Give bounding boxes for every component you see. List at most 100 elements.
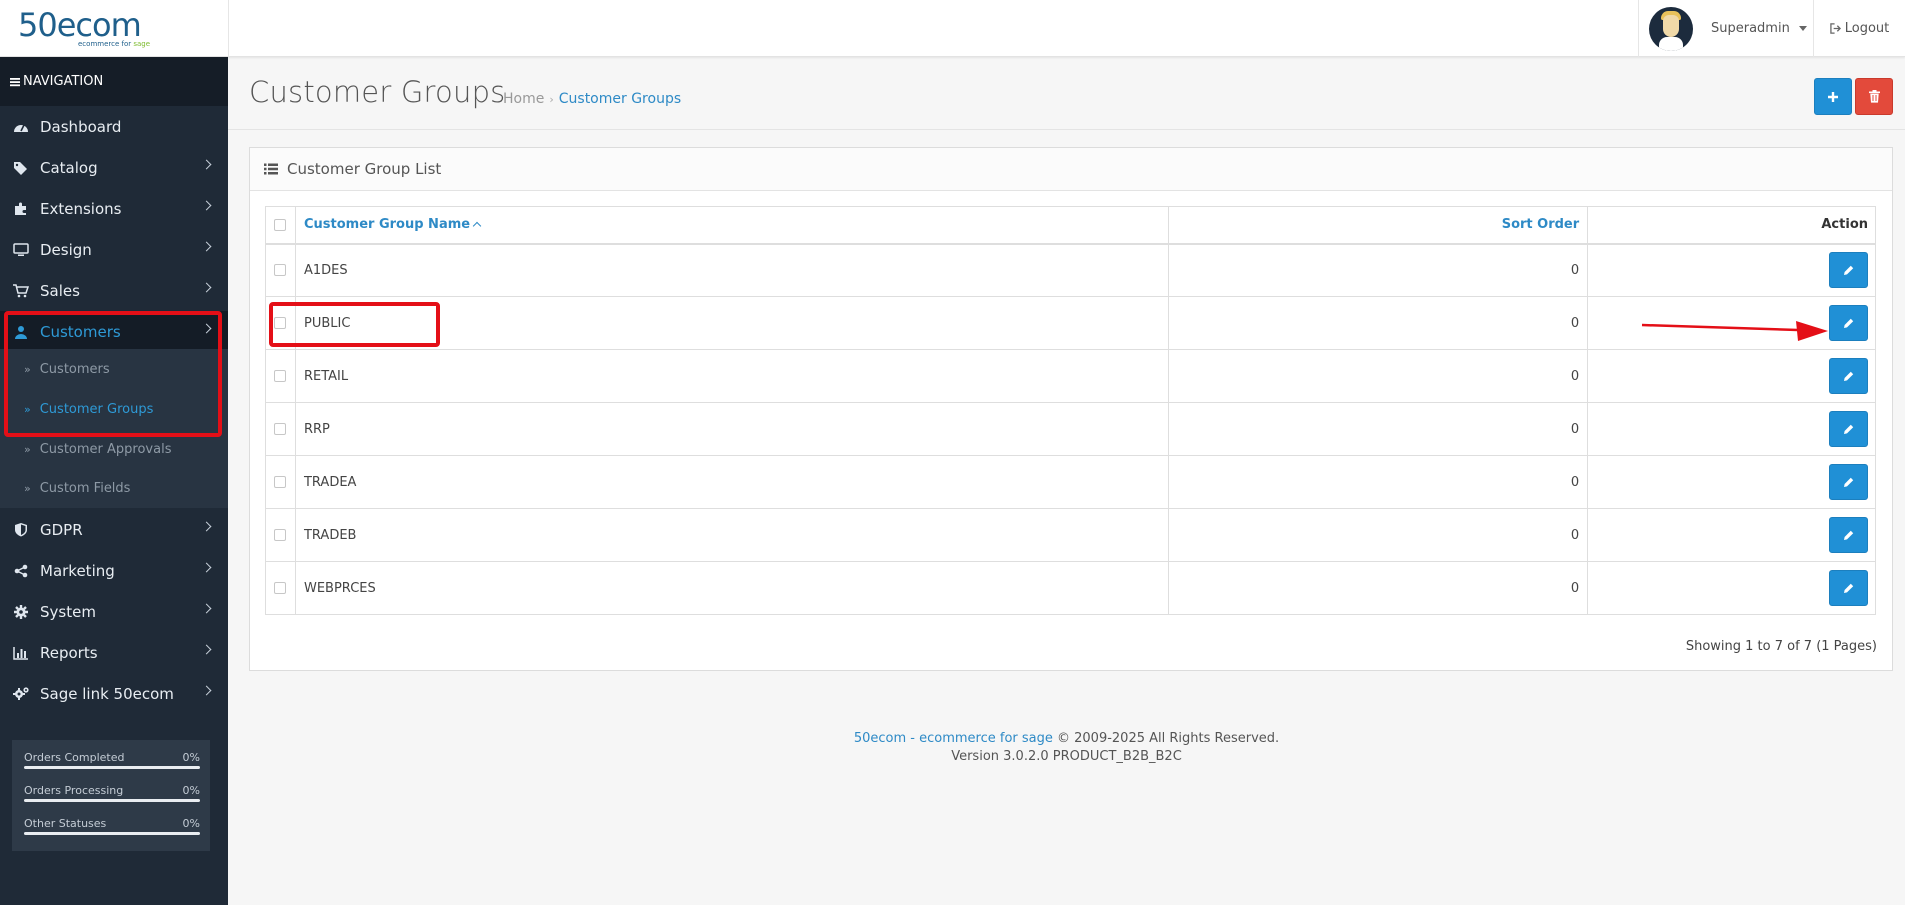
sidebar-item-reports[interactable]: Reports xyxy=(0,632,228,673)
customer-group-table: Customer Group Name Sort Order Action A1… xyxy=(265,206,1876,615)
sort-order-cell: 0 xyxy=(1168,243,1589,297)
table-row: TRADEB 0 xyxy=(265,508,1876,562)
pencil-icon xyxy=(1844,424,1854,434)
group-name-cell: WEBPRCES xyxy=(294,561,1170,615)
row-checkbox[interactable] xyxy=(274,370,287,382)
double-chevron-icon: » xyxy=(24,442,31,456)
group-name-cell: A1DES xyxy=(294,243,1170,297)
page-title: Customer Groups xyxy=(249,75,506,109)
row-checkbox[interactable] xyxy=(274,476,287,488)
chevron-right-icon xyxy=(201,241,212,252)
double-chevron-icon: » xyxy=(24,481,31,495)
row-checkbox[interactable] xyxy=(274,264,287,277)
highlight-arrow xyxy=(1641,321,1828,341)
cart-icon xyxy=(12,282,30,300)
sidebar-item-marketing[interactable]: Marketing xyxy=(0,550,228,591)
edit-button[interactable] xyxy=(1829,570,1868,606)
footer-version: Version 3.0.2.0 PRODUCT_B2B_B2C xyxy=(951,749,1182,764)
chevron-right-icon xyxy=(201,521,212,532)
column-header-action: Action xyxy=(1587,206,1876,245)
table-row: PUBLIC 0 xyxy=(265,296,1876,350)
bars-icon xyxy=(10,77,20,86)
group-name-cell: RRP xyxy=(294,402,1170,456)
delete-button[interactable] xyxy=(1855,78,1893,115)
navigation-header[interactable]: NAVIGATION xyxy=(0,57,228,106)
breadcrumb-current[interactable]: Customer Groups xyxy=(559,91,681,107)
table-row: RRP 0 xyxy=(265,402,1876,456)
dashboard-icon xyxy=(12,118,30,136)
group-name-cell: RETAIL xyxy=(294,349,1170,403)
select-all-checkbox[interactable] xyxy=(274,218,287,231)
sidebar-subitem-custom-fields[interactable]: » Custom Fields xyxy=(0,468,228,508)
sidebar-item-sage-link[interactable]: Sage link 50ecom xyxy=(0,673,228,714)
table-row: A1DES 0 xyxy=(265,243,1876,297)
navigation-title: NAVIGATION xyxy=(23,74,104,89)
chevron-right-icon xyxy=(201,562,212,573)
footer-link[interactable]: 50ecom - ecommerce for sage xyxy=(854,731,1053,746)
table-row: WEBPRCES 0 xyxy=(265,561,1876,615)
highlight-box-customers-menu xyxy=(4,311,222,437)
tags-icon xyxy=(12,159,30,177)
sort-order-cell: 0 xyxy=(1168,296,1589,350)
main-content: Customer Groups Home › Customer Groups C… xyxy=(228,57,1905,905)
sidebar-item-extensions[interactable]: Extensions xyxy=(0,188,228,229)
trash-icon xyxy=(1868,90,1880,103)
edit-button[interactable] xyxy=(1829,517,1868,553)
sort-asc-icon xyxy=(472,222,482,231)
caret-down-icon xyxy=(1798,26,1807,31)
edit-button[interactable] xyxy=(1829,252,1868,289)
sidebar-item-gdpr[interactable]: GDPR xyxy=(0,509,228,550)
sort-order-cell: 0 xyxy=(1168,402,1589,456)
breadcrumb: Home › Customer Groups xyxy=(503,91,681,107)
sign-out-icon xyxy=(1830,23,1841,34)
user-menu[interactable]: Superadmin xyxy=(1638,0,1814,57)
sidebar-item-design[interactable]: Design xyxy=(0,229,228,270)
user-name: Superadmin xyxy=(1711,21,1790,36)
column-header-sort-order[interactable]: Sort Order xyxy=(1168,206,1589,245)
sort-order-cell: 0 xyxy=(1168,455,1589,509)
edit-button[interactable] xyxy=(1829,358,1868,394)
row-checkbox[interactable] xyxy=(274,423,287,435)
sidebar-item-dashboard[interactable]: Dashboard xyxy=(0,106,228,147)
row-checkbox[interactable] xyxy=(274,582,287,594)
edit-button[interactable] xyxy=(1829,464,1868,500)
pencil-icon xyxy=(1844,265,1854,275)
logo-tagline: ecommerce for sage xyxy=(78,40,151,48)
column-header-name[interactable]: Customer Group Name xyxy=(294,206,1170,245)
chevron-right-icon xyxy=(201,282,212,293)
stat-orders-completed: Orders Completed 0% xyxy=(24,748,200,781)
logout-link[interactable]: Logout xyxy=(1813,0,1905,57)
chevron-right-icon xyxy=(201,200,212,211)
stat-other-statuses: Other Statuses 0% xyxy=(24,814,200,847)
row-checkbox[interactable] xyxy=(274,529,287,541)
top-header: 50ecom ecommerce for sage Superadmin Log… xyxy=(0,0,1905,57)
sort-order-cell: 0 xyxy=(1168,508,1589,562)
breadcrumb-home[interactable]: Home xyxy=(503,91,544,107)
share-icon xyxy=(12,562,30,580)
pencil-icon xyxy=(1844,583,1854,593)
gear-icon xyxy=(12,603,30,621)
sidebar-item-catalog[interactable]: Catalog xyxy=(0,147,228,188)
group-name-cell: TRADEB xyxy=(294,508,1170,562)
group-name-cell: TRADEA xyxy=(294,455,1170,509)
list-icon xyxy=(264,163,278,175)
shield-icon xyxy=(12,521,30,539)
sort-order-cell: 0 xyxy=(1168,561,1589,615)
sort-order-cell: 0 xyxy=(1168,349,1589,403)
footer-copyright: © 2009-2025 All Rights Reserved. xyxy=(1052,731,1280,746)
add-button[interactable] xyxy=(1814,78,1852,115)
brand-logo[interactable]: 50ecom ecommerce for sage xyxy=(18,8,168,48)
chevron-right-icon xyxy=(201,685,212,696)
pencil-icon xyxy=(1844,318,1854,328)
stat-orders-processing: Orders Processing 0% xyxy=(24,781,200,814)
table-row: TRADEA 0 xyxy=(265,455,1876,509)
sidebar-item-system[interactable]: System xyxy=(0,591,228,632)
customer-group-panel: Customer Group List Customer Group Name … xyxy=(249,147,1893,671)
edit-button[interactable] xyxy=(1829,411,1868,447)
pagination-info: Showing 1 to 7 of 7 (1 Pages) xyxy=(1685,639,1877,654)
puzzle-icon xyxy=(12,200,30,218)
header-divider xyxy=(228,0,229,57)
avatar xyxy=(1649,6,1693,51)
edit-button[interactable] xyxy=(1829,305,1868,341)
sidebar-item-sales[interactable]: Sales xyxy=(0,270,228,311)
